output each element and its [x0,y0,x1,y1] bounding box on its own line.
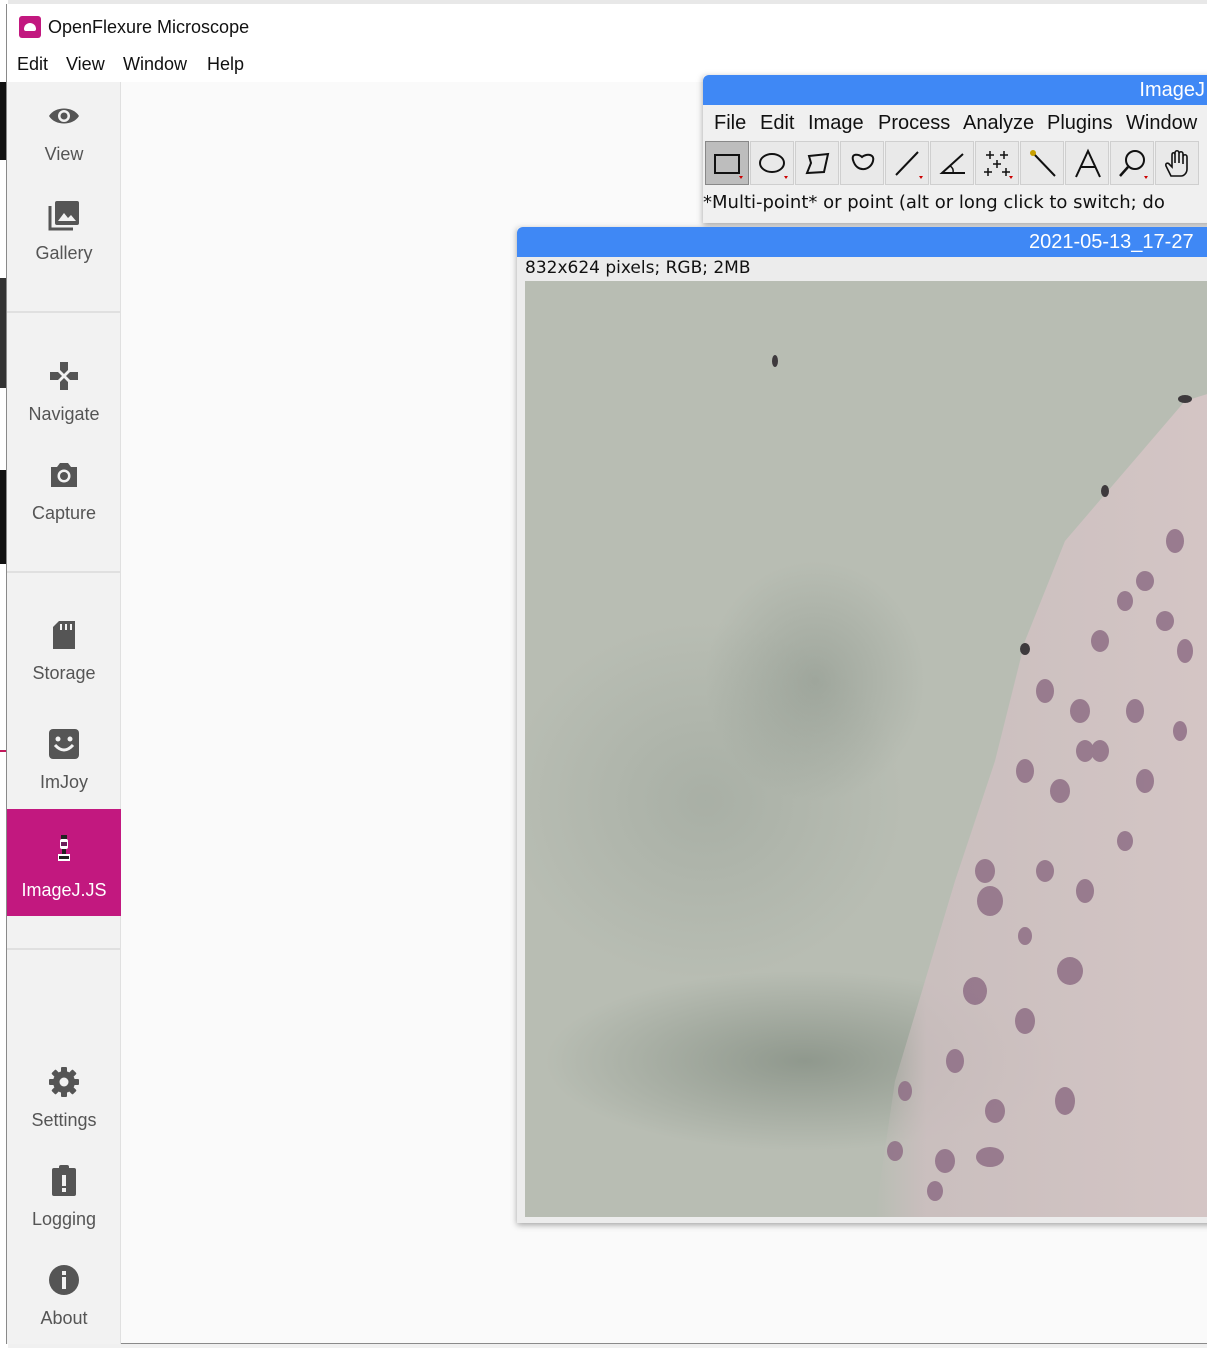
magnifier-tool-button[interactable] [1110,141,1154,185]
imagej-menu-analyze[interactable]: Analyze [963,112,1034,135]
sidebar: View Gallery Navigate Capture Storage Im… [7,82,121,1344]
hand-tool-button[interactable] [1155,141,1199,185]
angle-tool-icon [939,153,965,174]
text-tool-icon [1075,148,1101,178]
oval-tool-icon [759,153,788,179]
rectangle-tool-icon [714,154,743,179]
wand-tool-icon [1030,150,1056,177]
imjoy-smile-icon [49,729,79,759]
polygon-tool-icon [805,152,830,175]
sidebar-item-imagejjs[interactable]: ImageJ.JS [7,809,121,916]
imagej-menu-plugins[interactable]: Plugins [1047,112,1113,135]
hand-tool-icon [1165,149,1188,177]
imagej-menu-window[interactable]: Window [1126,112,1197,135]
gear-icon [49,1067,79,1097]
multipoint-tool-icon [984,151,1013,179]
microscope-image[interactable] [525,281,1207,1217]
image-info-text: 832x624 pixels; RGB; 2MB [525,258,751,278]
clipboard-alert-icon [52,1165,76,1196]
camera-icon [51,463,77,487]
freehand-tool-button[interactable] [840,141,884,185]
text-tool-button[interactable] [1065,141,1109,185]
sidebar-item-label: Navigate [28,404,100,424]
sidebar-item-label: ImageJ.JS [21,880,107,900]
sidebar-item-view[interactable]: View [7,82,121,180]
oval-tool-button[interactable] [750,141,794,185]
sidebar-divider [7,311,121,313]
sidebar-item-logging[interactable]: Logging [7,1147,121,1245]
sidebar-item-label: Gallery [35,243,93,263]
navigate-icon [50,362,78,390]
sidebar-item-settings[interactable]: Settings [7,1048,121,1146]
freehand-tool-icon [851,153,875,171]
sidebar-item-gallery[interactable]: Gallery [7,181,121,279]
multipoint-tool-button[interactable] [975,141,1019,185]
eye-icon [49,108,79,124]
imagej-toolbar-window: ImageJ File Edit Image Process Analyze P… [703,75,1207,223]
sd-card-icon [53,621,75,649]
sidebar-item-navigate[interactable]: Navigate [7,342,121,440]
sidebar-item-label: About [40,1308,88,1328]
imagej-menu-image[interactable]: Image [808,112,864,135]
tissue-sample-image [772,355,1207,1217]
app-logo-icon [19,16,41,38]
window-title: OpenFlexure Microscope [48,17,250,37]
menu-edit[interactable]: Edit [17,54,48,75]
imagej-status-text: *Multi-point* or point (alt or long clic… [703,192,1165,213]
sidebar-item-capture[interactable]: Capture [7,441,121,539]
angle-tool-button[interactable] [930,141,974,185]
sidebar-divider [7,571,121,573]
rectangle-tool-button[interactable] [705,141,749,185]
sidebar-item-storage[interactable]: Storage [7,601,121,699]
imagej-menu-edit[interactable]: Edit [760,112,794,135]
gallery-icon [48,201,79,231]
microscope-icon [58,835,70,861]
line-tool-icon [895,151,923,179]
menu-help[interactable]: Help [207,54,244,75]
sidebar-item-label: Settings [31,1110,97,1130]
sidebar-divider [7,948,121,950]
sidebar-item-imjoy[interactable]: ImJoy [7,710,121,808]
imagej-menu-bar: File Edit Image Process Analyze Plugins … [703,105,1207,139]
info-icon [49,1265,79,1295]
line-tool-button[interactable] [885,141,929,185]
menu-view[interactable]: View [66,54,105,75]
image-window: 2021-05-13_17-27 832x624 pixels; RGB; 2M… [517,227,1207,1223]
sidebar-item-about[interactable]: About [7,1246,121,1344]
sidebar-item-label: Capture [31,503,97,523]
menu-window[interactable]: Window [123,54,187,75]
imagej-menu-process[interactable]: Process [878,112,950,135]
sidebar-item-label: ImJoy [39,772,88,792]
sidebar-item-label: Logging [31,1209,97,1229]
sidebar-item-label: Storage [32,663,96,683]
polygon-tool-button[interactable] [795,141,839,185]
imagej-menu-file[interactable]: File [714,112,746,135]
window-titlebar[interactable]: OpenFlexure Microscope [7,4,1207,48]
wand-tool-button[interactable] [1020,141,1064,185]
sidebar-item-label: View [44,144,84,164]
imagej-titlebar[interactable]: ImageJ [703,75,1207,105]
magnifier-tool-icon [1119,150,1148,179]
image-window-titlebar[interactable]: 2021-05-13_17-27 [517,227,1207,257]
